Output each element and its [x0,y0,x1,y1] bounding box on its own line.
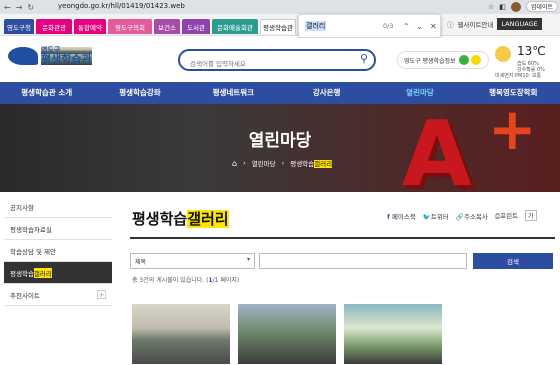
update-button[interactable]: 업데이트 [525,1,558,12]
home-icon[interactable]: ⌂ [232,159,237,168]
hero-banner: A + 열린마당 ⌂ › 열린마당 › 평생학습갤러리 [0,104,560,192]
tab-health[interactable]: 보건소 [154,19,180,34]
sidebar: 공지사항 평생학습자료실 학습상담 및 제안 평생학습 갤러리 추천사이트 + [4,196,112,306]
title-divider [130,237,555,239]
sitemap-link[interactable]: 웹사이트안내 [458,19,494,29]
address-bar[interactable]: yeongdo.go.kr/hll/01419/01423.web [58,2,185,10]
main-nav: 평생학습관 소개 평생학습강좌 평생네트워크 강사은행 열린마당 행복영도장학회 [0,82,560,104]
nav-instructors[interactable]: 강사은행 [280,82,373,104]
chevron-up-icon[interactable]: ⌃ [403,22,410,31]
site-header: 영도구 평생학습관 ⚲ 영도구 평생학습정보 13℃ 습도 60% 강수확률 0… [0,38,560,82]
share-bar: f 페이스북 🐦트위터 🔗주소복사 ⎙프린트 가 [387,210,537,221]
browser-right-icons: ☆ ◧ 업데이트 [488,1,558,12]
green-app-icon[interactable] [458,55,469,65]
breadcrumb: ⌂ › 열린마당 › 평생학습갤러리 [232,158,333,168]
gallery-item[interactable] [344,304,442,364]
find-bar: 갤러리 0/3 ⌃ ⌄ ✕ [298,14,441,38]
reload-icon[interactable]: ↻ [27,3,34,12]
keyword-input[interactable] [259,253,467,269]
find-input[interactable]: 갤러리 [305,21,327,31]
info-link[interactable]: 영도구 평생학습정보 [397,51,489,69]
hero-a-graphic: A [402,104,472,193]
sun-icon [495,46,511,62]
gallery-grid [132,304,442,364]
font-size-button[interactable]: 가 [525,210,537,221]
star-icon[interactable]: ☆ [488,3,494,11]
tab-library[interactable]: 도서관 [182,19,210,34]
find-count: 0/3 [383,22,394,30]
search-filter: 제목 ▾ 검색 [130,253,555,269]
nav-courses[interactable]: 평생학습강좌 [93,82,186,104]
gallery-item[interactable] [132,304,230,364]
search-input[interactable] [190,56,350,72]
twitter-link[interactable]: 🐦트위터 [423,211,449,221]
tab-lifelong[interactable]: 평생학습관 [260,19,296,34]
forward-icon[interactable]: → [16,3,23,12]
nav-network[interactable]: 평생네트워크 [187,82,280,104]
tab-culture[interactable]: 문화관광 [36,19,72,34]
extensions-icon[interactable]: ◧ [499,3,506,11]
search-button[interactable]: 검색 [473,253,553,269]
browser-toolbar: ← → ↻ yeongdo.go.kr/hll/01419/01423.web … [0,0,560,14]
avatar[interactable] [510,1,521,12]
site-search: ⚲ [178,49,376,72]
info-label: 영도구 평생학습정보 [404,57,456,65]
tab-reservation[interactable]: 통합예약 [74,19,106,34]
top-links: ⓘ 웹사이트안내 LANGUAGE [447,18,542,30]
browser-nav: ← → ↻ [0,3,34,12]
gallery-item[interactable] [238,304,336,364]
close-icon[interactable]: ✕ [430,22,437,31]
nav-scholarship[interactable]: 행복영도장학회 [467,82,560,104]
weather-widget: 13℃ 습도 60% 강수확률 0% 미세먼지 PM10: 보통 [495,42,559,80]
nav-about[interactable]: 평생학습관 소개 [0,82,93,104]
info-icon: ⓘ [447,21,454,29]
kakao-icon[interactable] [470,55,481,65]
weather-dust: 미세먼지 PM10: 보통 [495,73,542,79]
sidebar-item-links[interactable]: 추천사이트 + [4,284,112,306]
print-link[interactable]: ⎙프린트 [495,210,518,221]
chevron-down-icon[interactable]: ⌄ [416,22,423,31]
search-icon[interactable]: ⚲ [360,52,368,65]
hero-title: 열린마당 [248,131,312,151]
tab-yeongdo[interactable]: 영도구청 [4,19,34,34]
facebook-link[interactable]: f 페이스북 [387,211,416,221]
chevron-down-icon: ▾ [246,256,250,263]
back-icon[interactable]: ← [4,3,11,12]
page-title: 평생학습갤러리 [132,210,229,228]
sidebar-item-consult[interactable]: 학습상담 및 제안 [4,240,112,262]
plus-icon[interactable]: + [97,290,106,299]
sidebar-item-gallery[interactable]: 평생학습 갤러리 [4,262,112,284]
weather-temp: 13℃ [517,44,546,58]
filter-select[interactable]: 제목 ▾ [130,253,255,269]
breadcrumb-gallery: 평생학습갤러리 [290,160,333,168]
result-count: 총 3건의 게시물이 있습니다. (1/1 페이지) [132,277,240,284]
breadcrumb-open-forum[interactable]: 열린마당 [252,158,276,168]
nav-open-forum[interactable]: 열린마당 [373,82,466,104]
language-select[interactable]: LANGUAGE [497,18,542,30]
sidebar-item-resources[interactable]: 평생학습자료실 [4,218,112,240]
site-logo[interactable]: 영도구 평생학습관 [8,47,92,65]
sidebar-item-notice[interactable]: 공지사항 [4,196,112,218]
tab-arts[interactable]: 문화예술회관 [212,19,258,34]
tab-council[interactable]: 영도구의회 [108,19,152,34]
logo-mark-icon [8,47,38,65]
copy-link[interactable]: 🔗주소복사 [456,211,488,221]
logo-big-text: 평생학습관 [41,53,92,66]
